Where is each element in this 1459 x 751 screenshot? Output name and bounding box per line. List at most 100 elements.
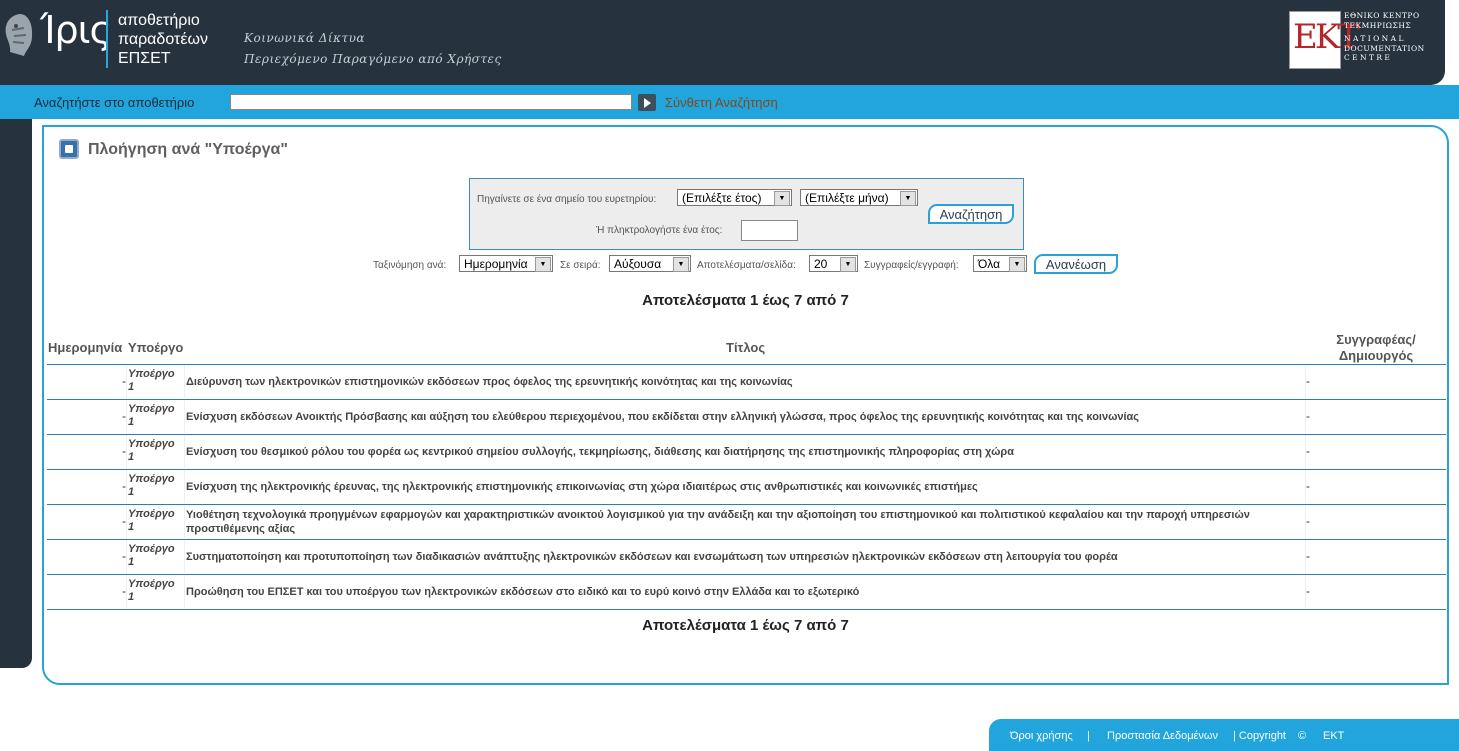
privacy-link[interactable]: Προστασία Δεδομένων [1107,730,1218,742]
column-divider [184,365,185,398]
row-title-text: Προώθηση του ΕΠΣΕΤ και του υποέργου των … [186,585,860,598]
authors-select[interactable]: Όλα [973,255,1027,272]
sort-by-label: Ταξινόμηση ανά: [373,260,447,271]
terms-link[interactable]: Όροι χρήσης [1010,730,1073,742]
row-subproject: Υποέργο 1 [128,505,183,541]
column-divider [184,575,185,608]
column-header-author-line-1: Συγγραφέας/ [1336,332,1416,347]
row-title-link[interactable]: Προώθηση του ΕΠΣΕΤ και του υποέργου των … [186,575,1305,608]
row-title-link[interactable]: Ενίσχυση εκδόσεων Ανοικτής Πρόσβασης και… [186,400,1305,433]
row-author: - [1306,540,1437,573]
ekt-line-2: ΤΕΚΜΗΡΙΩΣΗΣ [1344,20,1412,30]
browse-panel: Πλοήγηση ανά "Υποέργα" Πηγαίνετε σε ένα … [42,125,1449,685]
advanced-search-link[interactable]: Σύνθετη Αναζήτηση [665,95,778,110]
row-author: - [1306,470,1437,503]
type-year-label: Ή πληκτρολογήστε ένα έτος: [596,225,723,236]
column-divider [1305,505,1306,538]
column-header-author[interactable]: Συγγραφέας/ Δημιουργός [1306,332,1446,364]
ekt-line-5: CENTRE [1344,53,1393,62]
row-title-link[interactable]: Ενίσχυση του θεσμικού ρόλου του φορέα ως… [186,435,1305,468]
column-divider [184,470,185,503]
row-subproject: Υποέργο 1 [128,435,183,471]
row-title-link[interactable]: Υιοθέτηση τεχνολογικά προηγμένων εφαρμογ… [186,505,1305,538]
row-subproject-line-2: 1 [128,451,135,463]
sort-by-select[interactable]: Ημερομηνία [459,255,553,272]
row-title-text: Ενίσχυση της ηλεκτρονικής έρευνας, της η… [186,480,978,493]
column-divider [126,540,127,573]
refresh-button[interactable]: Ανανέωση [1034,254,1118,274]
ekt-line-4: DOCUMENTATION [1344,43,1425,53]
row-subproject-line-1: Υποέργο [128,473,175,485]
row-subproject-line-2: 1 [128,591,135,603]
row-title-link[interactable]: Διεύρυνση των ηλεκτρονικών επιστημονικών… [186,365,1305,398]
column-divider [126,575,127,608]
table-row: - Υποέργο 1 Συστηματοποίηση και προτυποποίη… [47,539,1446,576]
copyright-text: | Copyright [1233,730,1286,742]
row-subproject-line-2: 1 [128,381,135,393]
row-date: - [47,435,127,468]
order-select[interactable]: Αύξουσα [609,255,691,272]
column-divider [184,505,185,538]
tagline-line-2: Περιεχόμενο Παραγόμενο από Χρήστες [244,52,502,66]
row-date: - [47,365,127,398]
row-subproject-line-2: 1 [128,486,135,498]
results-count-bottom: Αποτελέσματα 1 έως 7 από 7 [642,617,849,634]
row-title-text: Υιοθέτηση τεχνολογικά προηγμένων εφαρμογ… [186,508,1250,535]
ekt-logo-mark: EKT [1289,11,1360,69]
header-tagline: Κοινωνικά Δίκτυα Περιεχόμενο Παραγόμενο … [244,28,502,70]
row-date: - [47,505,127,538]
column-header-subproject[interactable]: Υποέργο [128,340,183,355]
iris-face-logo-icon [5,14,33,56]
row-title-link[interactable]: Ενίσχυση της ηλεκτρονικής έρευνας, της η… [186,470,1305,503]
column-divider [1305,435,1306,468]
logo-subtitle: αποθετήριο παραδοτέων ΕΠΣΕΤ [118,11,208,68]
table-row: - Υποέργο 1 Υιοθέτηση τεχνολογικά προηγμένω… [47,504,1446,541]
row-subproject-line-1: Υποέργο [128,403,175,415]
row-title-text: Ενίσχυση του θεσμικού ρόλου του φορέα ως… [186,445,1014,458]
column-divider [1305,470,1306,503]
authors-label: Συγγραφείς/εγγραφή: [864,260,959,271]
row-author: - [1306,400,1437,433]
column-divider [126,365,127,398]
per-page-label: Αποτελέσματα/σελίδα: [697,260,796,271]
column-header-author-line-2: Δημιουργός [1338,348,1414,363]
search-go-button[interactable] [638,94,656,111]
jump-search-button[interactable]: Αναζήτηση [928,204,1014,224]
ekt-logo[interactable]: EKT ΕΘΝΙΚΟ ΚΕΝΤΡΟ ΤΕΚΜΗΡΙΩΣΗΣ NATIONAL D… [1289,11,1424,69]
per-page-select[interactable]: 20 [809,255,858,272]
column-divider [184,400,185,433]
row-subproject-line-1: Υποέργο [128,578,175,590]
ekt-line-3: NATIONAL [1344,34,1406,43]
month-select[interactable]: (Επιλέξτε μήνα) [800,189,918,206]
column-header-title[interactable]: Τίτλος [726,340,765,355]
column-divider [1305,575,1306,608]
year-select[interactable]: (Επιλέξτε έτος) [677,189,792,206]
copyright-icon: © [1298,730,1307,742]
search-label: Αναζητήστε στο αποθετήριο [34,95,195,110]
jump-to-box: Πηγαίνετε σε ένα σημείο του ευρετηρίου: … [469,178,1024,250]
row-title-link[interactable]: Συστηματοποίηση και προτυποποίηση των δι… [186,540,1305,573]
left-side-panel [0,119,32,668]
column-header-date[interactable]: Ημερομηνία [48,340,122,355]
table-bottom-border [47,609,1446,610]
row-subproject: Υποέργο 1 [128,470,183,506]
site-header: Ίρις αποθετήριο παραδοτέων ΕΠΣΕΤ Κοινωνι… [0,0,1445,85]
row-date: - [47,575,127,608]
row-title-text: Ενίσχυση εκδόσεων Ανοικτής Πρόσβασης και… [186,410,1140,423]
logo-line-3: ΕΠΣΕΤ [118,50,171,67]
row-date: - [47,540,127,573]
row-subproject-line-1: Υποέργο [128,368,175,380]
page-title: Πλοήγηση ανά "Υποέργα" [88,141,288,158]
results-count-top: Αποτελέσματα 1 έως 7 από 7 [642,292,849,309]
row-author: - [1306,365,1437,398]
browse-icon [59,139,79,159]
order-label: Σε σειρά: [560,260,601,271]
year-input[interactable] [741,220,798,241]
row-author: - [1306,575,1437,608]
column-divider [126,400,127,433]
iris-logo-word[interactable]: Ίρις [40,8,112,52]
goto-label: Πηγαίνετε σε ένα σημείο του ευρετηρίου: [477,194,657,205]
search-input[interactable] [230,94,632,110]
table-row: - Υποέργο 1 Διεύρυνση των ηλεκτρονικών επισ… [47,364,1446,401]
ekt-footer-link[interactable]: ΕΚΤ [1323,730,1344,742]
